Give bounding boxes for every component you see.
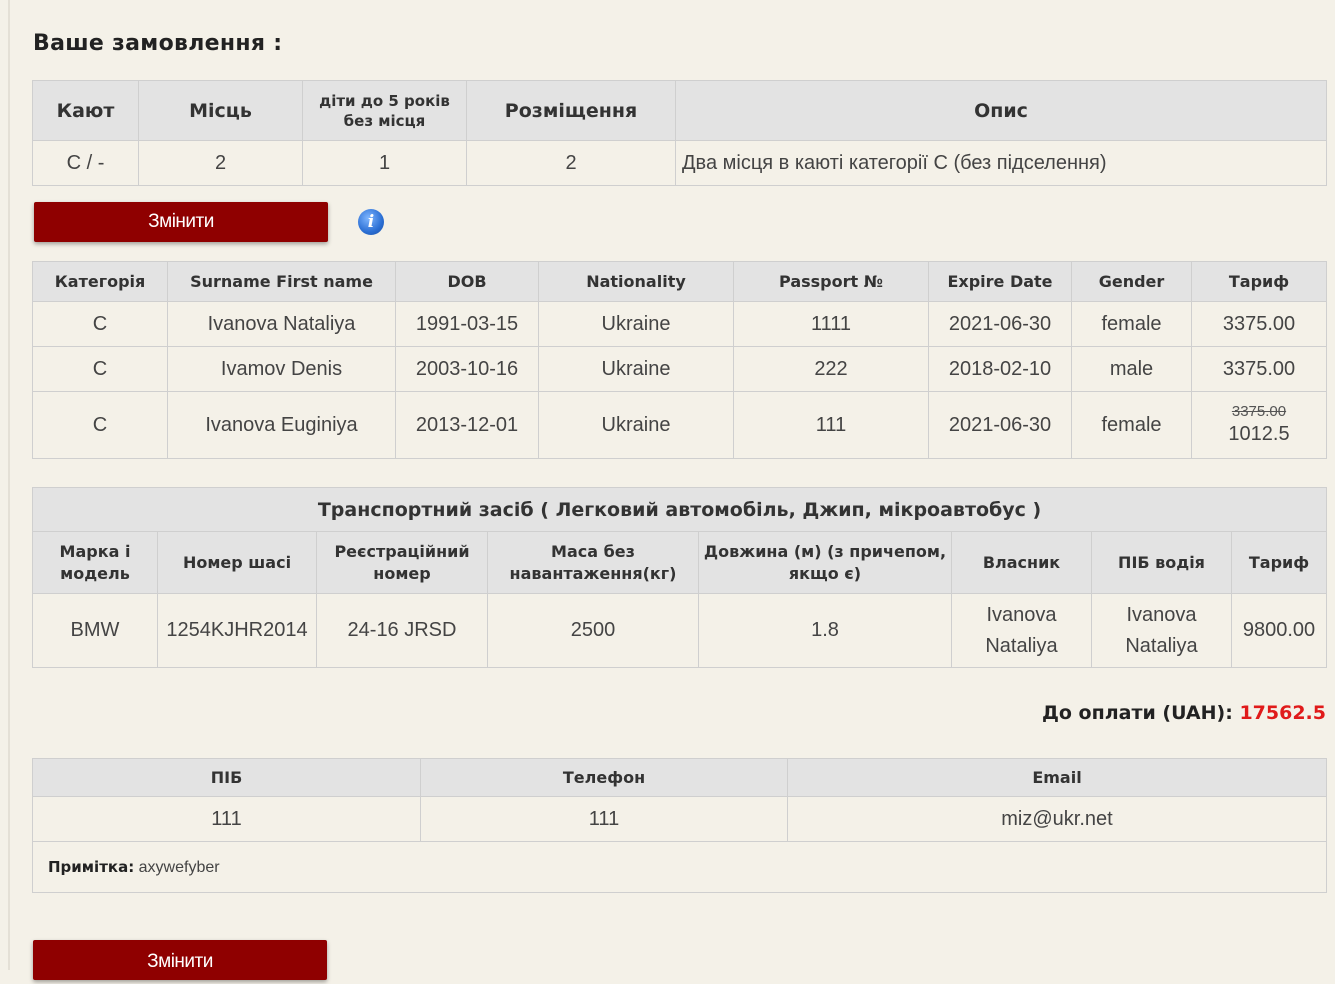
header-length: Довжина (м) (з причепом, якщо є) — [698, 531, 952, 594]
cell-phone: 111 — [420, 796, 788, 842]
header-places: Місць — [138, 80, 303, 141]
note-cell: Примітка: axywefyber — [32, 841, 1327, 893]
table-row: C Ivanova Nataliya 1991-03-15 Ukraine 11… — [32, 301, 1327, 347]
cell-cabins: C / - — [32, 140, 139, 186]
table-row: C Ivanova Euginiya 2013-12-01 Ukraine 11… — [32, 391, 1327, 459]
cell-nationality: Ukraine — [538, 346, 734, 392]
header-tariff: Тариф — [1191, 261, 1327, 302]
cell-name: Ivanova Nataliya — [167, 301, 396, 347]
header-make-model: Марка і модель — [32, 531, 158, 594]
cell-expire: 2021-06-30 — [928, 391, 1072, 459]
cell-driver: Ivanova Nataliya — [1091, 593, 1232, 668]
cell-length: 1.8 — [698, 593, 952, 668]
cell-dob: 2003-10-16 — [395, 346, 539, 392]
cell-tariff: 3375.00 — [1191, 301, 1327, 347]
header-dob: DOB — [395, 261, 539, 302]
header-chassis: Номер шасі — [157, 531, 317, 594]
table-row: C / - 2 1 2 Два місця в каюті категорії … — [32, 140, 1327, 186]
header-full-name: ПІБ — [32, 758, 421, 797]
cell-chassis: 1254KJHR2014 — [157, 593, 317, 668]
header-phone: Телефон — [420, 758, 788, 797]
note-label: Примітка: — [48, 857, 135, 876]
cell-make-model: BMW — [32, 593, 158, 668]
cell-tariff: 3375.00 — [1191, 346, 1327, 392]
old-price: 3375.00 — [1231, 403, 1287, 420]
cell-passport: 222 — [733, 346, 929, 392]
header-cabins: Кают — [32, 80, 139, 141]
cell-placement: 2 — [466, 140, 676, 186]
cell-nationality: Ukraine — [538, 301, 734, 347]
header-registration: Реєстраційний номер — [316, 531, 488, 594]
cell-nationality: Ukraine — [538, 391, 734, 459]
table-row: 111 111 miz@ukr.net — [32, 796, 1327, 842]
cell-tariff: 3375.00 1012.5 — [1191, 391, 1327, 459]
cell-category: C — [32, 391, 168, 459]
cell-gender: male — [1071, 346, 1192, 392]
cell-passport: 1111 — [733, 301, 929, 347]
cell-registration: 24-16 JRSD — [316, 593, 488, 668]
cell-children: 1 — [302, 140, 467, 186]
contact-table: ПІБ Телефон Email 111 111 miz@ukr.net Пр… — [32, 758, 1327, 893]
note-value: axywefyber — [138, 858, 220, 876]
header-email: Email — [787, 758, 1327, 797]
table-row: BMW 1254KJHR2014 24-16 JRSD 2500 1.8 Iva… — [32, 593, 1328, 668]
passengers-table: Категорія Surname First name DOB Nationa… — [32, 261, 1327, 459]
total-label: До оплати (UAH): — [1041, 702, 1233, 724]
info-icon[interactable]: i — [358, 209, 384, 235]
header-children: діти до 5 років без місця — [302, 80, 467, 141]
cell-places: 2 — [138, 140, 303, 186]
table-row: C Ivamov Denis 2003-10-16 Ukraine 222 20… — [32, 346, 1327, 392]
change-button[interactable]: Змінити — [33, 940, 327, 980]
header-name: Surname First name — [167, 261, 396, 302]
header-passport: Passport № — [733, 261, 929, 302]
cell-full-name: 111 — [32, 796, 421, 842]
cell-category: C — [32, 301, 168, 347]
total-amount: До оплати (UAH): 17562.5 — [1042, 702, 1326, 724]
cell-gender: female — [1071, 391, 1192, 459]
header-owner: Власник — [951, 531, 1092, 594]
cell-tariff: 9800.00 — [1230, 593, 1328, 668]
header-description: Опис — [675, 80, 1327, 141]
vehicle-table: Транспортний засіб ( Легковий автомобіль… — [31, 487, 1328, 668]
header-driver: ПІБ водія — [1091, 531, 1232, 594]
cabin-table: Кают Місць діти до 5 років без місця Роз… — [32, 80, 1327, 186]
cell-name: Ivanova Euginiya — [167, 391, 396, 459]
change-button[interactable]: Змінити — [34, 202, 328, 242]
vehicle-title: Транспортний засіб ( Легковий автомобіль… — [31, 487, 1328, 532]
discounted-price: 1012.5 — [1228, 423, 1290, 445]
cell-gender: female — [1071, 301, 1192, 347]
page-title: Ваше замовлення : — [33, 31, 283, 56]
header-nationality: Nationality — [538, 261, 734, 302]
cell-dob: 1991-03-15 — [395, 301, 539, 347]
header-mass: Маса без навантаження(кг) — [487, 531, 699, 594]
header-tariff: Тариф — [1230, 531, 1328, 594]
note-row: Примітка: axywefyber — [32, 841, 1327, 893]
cell-expire: 2018-02-10 — [928, 346, 1072, 392]
cell-email: miz@ukr.net — [787, 796, 1327, 842]
cell-description: Два місця в каюті категорії C (без підсе… — [675, 140, 1327, 186]
cell-owner: Ivanova Nataliya — [951, 593, 1092, 668]
header-placement: Розміщення — [466, 80, 676, 141]
total-value: 17562.5 — [1239, 702, 1326, 724]
cell-category: C — [32, 346, 168, 392]
header-gender: Gender — [1071, 261, 1192, 302]
cell-name: Ivamov Denis — [167, 346, 396, 392]
cell-mass: 2500 — [487, 593, 699, 668]
cell-passport: 111 — [733, 391, 929, 459]
page-edge — [8, 0, 10, 970]
header-expire: Expire Date — [928, 261, 1072, 302]
cell-dob: 2013-12-01 — [395, 391, 539, 459]
header-category: Категорія — [32, 261, 168, 302]
cell-expire: 2021-06-30 — [928, 301, 1072, 347]
